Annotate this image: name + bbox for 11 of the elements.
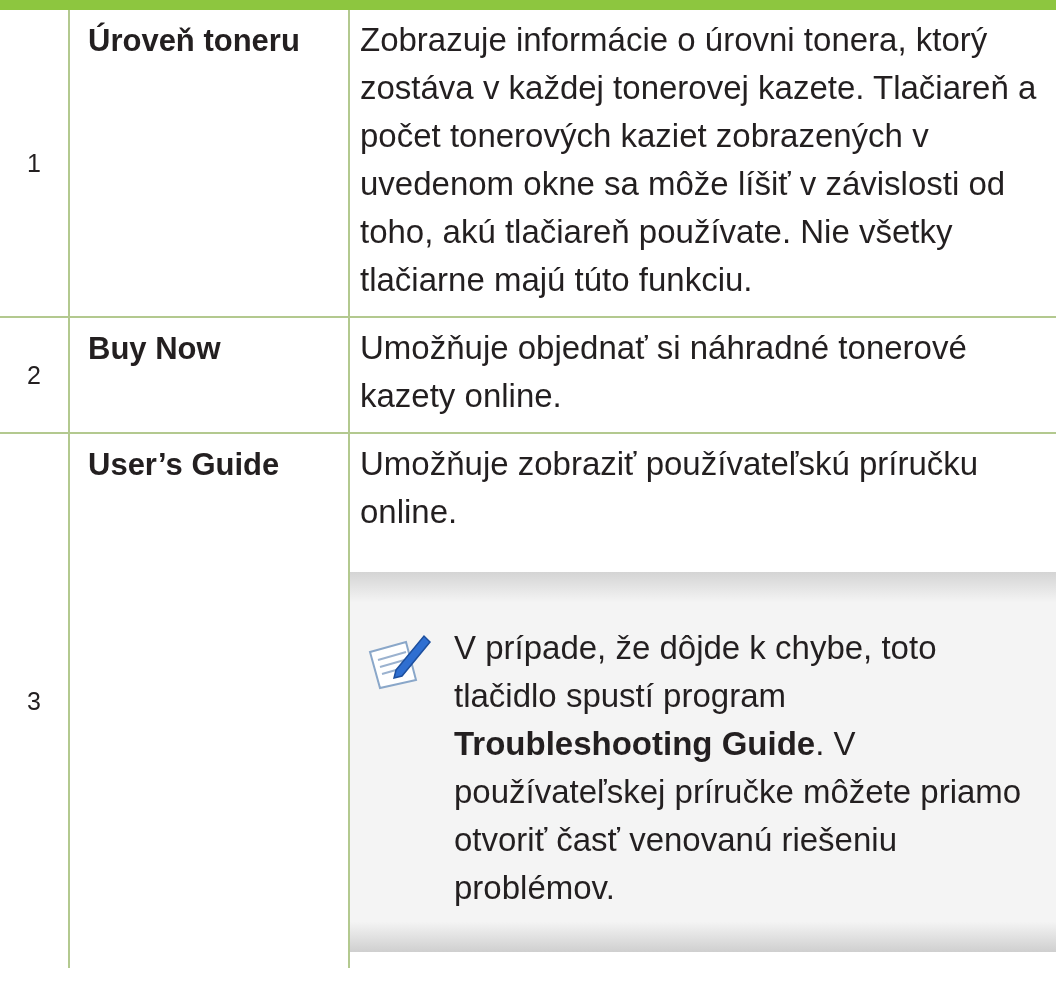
feature-description: Umožňuje zobraziť používateľskú príručku online.: [359, 444, 980, 532]
note-text: V prípade, že dôjde k chybe, toto tlačidlo spustí program Troubleshooting Guide. V používateľskej príručke môžete priamo otvoriť časť venovanú riešeniu problémov.: [454, 628, 1023, 908]
feature-description: Umožňuje objednať si náhradné tonerové kazety online.: [359, 328, 968, 416]
feature-name: Buy Now: [88, 331, 221, 366]
feature-name: Úroveň toneru: [88, 23, 300, 58]
row-number: 3: [27, 686, 41, 717]
notepad-pencil-icon: [366, 632, 432, 690]
feature-description: Zobrazuje informácie o úrovni tonera, ktorý zostáva v každej tonerovej kazete. Tlačiareň a počet tonerových kaziet zobrazených v uvedenom okne sa môže líšiť v závislosti od toho, akú tlačiareň používate. Nie všetky tlačiarne majú túto funkciu.: [359, 20, 1038, 300]
row-number: 2: [27, 360, 41, 391]
row-number: 1: [27, 148, 41, 179]
feature-name: User’s Guide: [88, 447, 280, 482]
